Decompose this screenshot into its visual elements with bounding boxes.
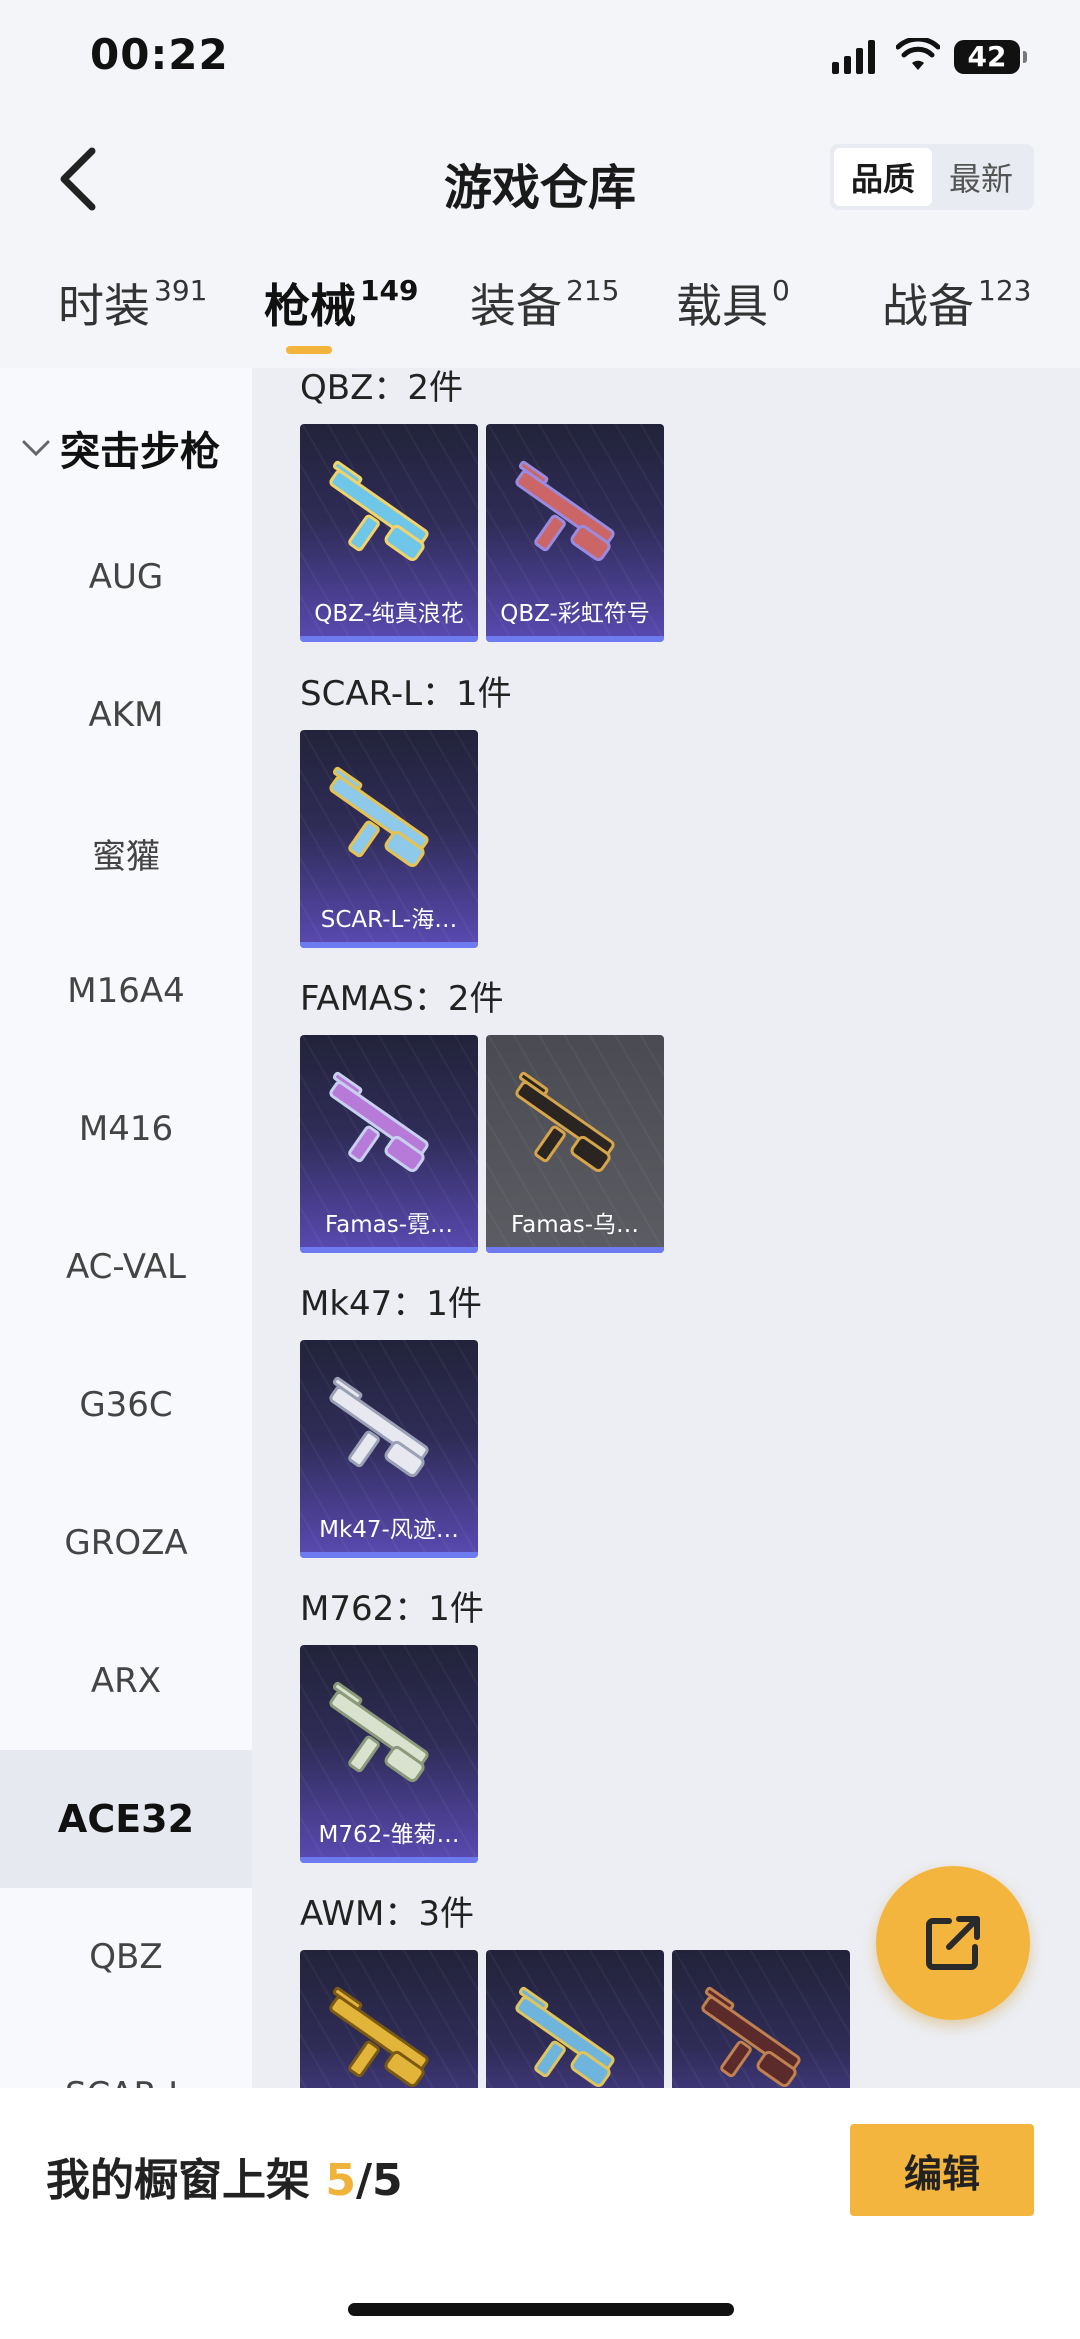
group-title-scar-l: SCAR-L：1件 — [300, 674, 512, 714]
awm-sniper-icon — [327, 1986, 431, 2088]
tab-firearms[interactable]: 枪械 149 — [264, 270, 418, 336]
sidebar-item-m416[interactable]: M416 — [0, 1060, 252, 1198]
skin-card[interactable] — [300, 1950, 478, 2088]
rarity-bar — [486, 1247, 664, 1253]
skin-name: Famas-霓… — [325, 1212, 453, 1238]
external-link-icon — [926, 1916, 980, 1970]
skin-card[interactable] — [672, 1950, 850, 2088]
tab-count: 0 — [772, 273, 790, 307]
skin-card[interactable]: Famas-霓… — [300, 1035, 478, 1253]
tab-label: 战备 — [882, 279, 974, 333]
group-title-m762: M762：1件 — [300, 1589, 484, 1629]
share-button[interactable] — [876, 1866, 1030, 2020]
wifi-icon — [896, 38, 940, 70]
tab-count: 149 — [360, 273, 419, 307]
rarity-bar — [300, 1857, 478, 1863]
m762-rifle-icon — [327, 1681, 431, 1785]
skin-name: Famas-乌… — [511, 1212, 639, 1238]
sort-newest-button[interactable]: 最新 — [932, 148, 1030, 206]
tab-label: 时装 — [58, 279, 150, 333]
tab-label: 枪械 — [264, 279, 356, 333]
weapon-skin-list: QBZ：2件 QBZ-纯真浪花 QBZ-彩虹符号 SCAR-L：1件 SCAR-… — [252, 368, 1080, 2088]
sidebar-item-m16a4[interactable]: M16A4 — [0, 922, 252, 1060]
rarity-bar — [300, 636, 478, 642]
sidebar-item-honey-badger[interactable]: 蜜獾 — [0, 784, 252, 922]
famas-rifle-icon — [327, 1071, 431, 1175]
tab-equipment[interactable]: 装备 215 — [470, 270, 619, 336]
showcase-total: 5 — [372, 2155, 403, 2206]
tab-count: 215 — [566, 273, 620, 307]
chevron-left-icon — [60, 147, 96, 211]
status-time: 00:22 — [90, 30, 229, 79]
famas-rifle-icon — [513, 1071, 617, 1175]
weapon-type-sidebar: 突击步枪 AUG AKM 蜜獾 M16A4 M416 AC-VAL G36C G… — [0, 368, 252, 2088]
sidebar-item-akm[interactable]: AKM — [0, 646, 252, 784]
header: 游戏仓库 品质 最新 — [0, 120, 1080, 240]
rarity-bar — [300, 942, 478, 948]
chevron-down-icon — [22, 440, 50, 457]
sidebar-item-qbz[interactable]: QBZ — [0, 1888, 252, 2026]
home-indicator[interactable] — [348, 2303, 734, 2316]
group-title-famas: FAMAS：2件 — [300, 979, 504, 1019]
sidebar-category-assault-rifles[interactable]: 突击步枪 — [0, 408, 252, 488]
awm-sniper-icon — [513, 1986, 617, 2088]
group-title-awm: AWM：3件 — [300, 1894, 474, 1934]
tab-supplies[interactable]: 战备 123 — [882, 270, 1031, 336]
tab-count: 391 — [154, 273, 208, 307]
sidebar-item-scar-l[interactable]: SCAR-L — [0, 2026, 252, 2088]
group-title-mk47: Mk47：1件 — [300, 1284, 482, 1324]
showcase-current: 5 — [325, 2155, 356, 2206]
skin-name: QBZ-纯真浪花 — [314, 601, 464, 627]
rarity-bar — [300, 1247, 478, 1253]
qbz-rifle-icon — [327, 460, 431, 564]
rarity-bar — [486, 636, 664, 642]
rarity-bar — [300, 1552, 478, 1558]
status-bar: 00:22 42 — [0, 0, 1080, 120]
back-button[interactable] — [48, 146, 108, 212]
group-title-qbz: QBZ：2件 — [300, 368, 464, 408]
sidebar-item-aug[interactable]: AUG — [0, 508, 252, 646]
awm-sniper-icon — [699, 1986, 803, 2088]
skin-card[interactable]: Mk47-风迹… — [300, 1340, 478, 1558]
edit-button[interactable]: 编辑 — [850, 2124, 1034, 2216]
sidebar-category-label: 突击步枪 — [60, 429, 220, 475]
category-tabs: 时装 391 枪械 149 装备 215 载具 0 战备 123 — [0, 250, 1080, 368]
mk47-rifle-icon — [327, 1376, 431, 1480]
scar-rifle-icon — [327, 766, 431, 870]
showcase-separator: / — [355, 2155, 373, 2206]
sort-toggle[interactable]: 品质 最新 — [830, 144, 1034, 210]
active-tab-underline — [286, 346, 332, 354]
showcase-label: 我的橱窗上架 5/5 — [46, 2144, 403, 2208]
showcase-bar: 我的橱窗上架 5/5 编辑 — [0, 2088, 1080, 2339]
skin-card[interactable]: M762-雏菊… — [300, 1645, 478, 1863]
skin-card[interactable]: SCAR-L-海… — [300, 730, 478, 948]
skin-card[interactable] — [486, 1950, 664, 2088]
tab-vehicles[interactable]: 载具 0 — [676, 270, 790, 336]
showcase-text: 我的橱窗上架 — [46, 2155, 326, 2206]
skin-card[interactable]: Famas-乌… — [486, 1035, 664, 1253]
tab-fashion[interactable]: 时装 391 — [58, 270, 207, 336]
skin-name: SCAR-L-海… — [320, 907, 458, 933]
tab-label: 载具 — [676, 279, 768, 333]
sidebar-item-g36c[interactable]: G36C — [0, 1336, 252, 1474]
cellular-signal-icon — [832, 40, 878, 74]
skin-card[interactable]: QBZ-纯真浪花 — [300, 424, 478, 642]
sidebar-item-ace32[interactable]: ACE32 — [0, 1750, 252, 1888]
tab-label: 装备 — [470, 279, 562, 333]
skin-name: QBZ-彩虹符号 — [500, 601, 650, 627]
skin-name: M762-雏菊… — [318, 1822, 460, 1848]
skin-name: Mk47-风迹… — [319, 1517, 459, 1543]
sidebar-item-arx[interactable]: ARX — [0, 1612, 252, 1750]
battery-icon: 42 — [954, 40, 1027, 74]
qbz-rifle-icon — [513, 460, 617, 564]
sidebar-item-ac-val[interactable]: AC-VAL — [0, 1198, 252, 1336]
skin-card[interactable]: QBZ-彩虹符号 — [486, 424, 664, 642]
sidebar-item-groza[interactable]: GROZA — [0, 1474, 252, 1612]
sort-quality-button[interactable]: 品质 — [834, 148, 932, 206]
tab-count: 123 — [978, 273, 1032, 307]
